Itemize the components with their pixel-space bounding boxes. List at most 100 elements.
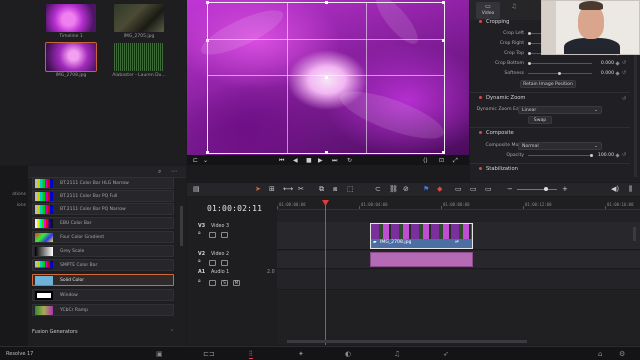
dynamic-trim-icon[interactable]: ⟷ (283, 185, 293, 194)
transform-handle[interactable] (206, 1, 209, 4)
track-name[interactable]: Audio 1 (211, 270, 229, 275)
loop-icon[interactable]: ↻ (347, 157, 352, 165)
trim-tool-icon[interactable]: ⊞ (269, 185, 275, 194)
retain-image-position-button[interactable]: Retain Image Position (520, 80, 576, 88)
stop-icon[interactable]: ■ (306, 157, 312, 165)
video-clip[interactable]: ▰ IMG_2708.jpg ⇌ (370, 223, 473, 249)
media-clip-alabaster[interactable]: Alabaster - Lauren Du... (111, 43, 167, 78)
zoom-detail-icon[interactable]: ▭ (470, 185, 477, 194)
param-crop-bottom[interactable]: Crop Bottom 0.000 ↺ (470, 60, 628, 68)
zoom-slider-knob[interactable] (544, 187, 548, 191)
generator-item[interactable]: BT.2111 Color Bar HLG Narrow (32, 177, 174, 189)
cut-icon[interactable]: ⊏⊐ (203, 350, 215, 358)
zoom-full-icon[interactable]: ▭ (455, 185, 462, 194)
play-reverse-icon[interactable]: ◀ (293, 157, 298, 165)
safe-area-icon[interactable]: ⊡ (439, 157, 444, 165)
transform-handle[interactable] (442, 151, 445, 154)
keyframe-icon[interactable] (615, 61, 620, 66)
generator-item[interactable]: Window (32, 289, 174, 301)
dynamic-zoom-ease-select[interactable]: Linear ⌄ (518, 106, 602, 114)
track-visibility-icon[interactable] (221, 260, 228, 266)
generator-item[interactable]: Four Color Gradient (32, 231, 174, 243)
timeline-view-icon[interactable]: ▤ (193, 185, 200, 194)
transform-handle[interactable] (325, 151, 328, 154)
swap-button[interactable]: Swap (528, 116, 552, 124)
transform-handle[interactable] (442, 39, 445, 42)
auto-select-icon[interactable] (209, 280, 216, 286)
slider-knob[interactable] (528, 62, 531, 65)
lock-icon[interactable]: 🔒︎ (198, 258, 205, 264)
param-opacity[interactable]: Opacity 100.00 ↺ (470, 152, 628, 160)
position-lock-icon[interactable]: ⊘ (403, 185, 409, 194)
zoom-out-icon[interactable]: − (507, 185, 513, 194)
param-value[interactable]: 0.000 (592, 61, 614, 66)
fusion-icon[interactable]: ✦ (298, 350, 304, 358)
skip-forward-icon[interactable]: ⏭ (332, 157, 337, 165)
generator-item-selected[interactable]: Solid Color (32, 274, 174, 286)
media-clip-img-2705[interactable]: IMG_2705.jpg (111, 4, 167, 39)
keyframe-icon[interactable] (615, 153, 620, 158)
reset-icon[interactable]: ↺ (622, 60, 626, 66)
fairlight-icon[interactable]: ♫ (394, 350, 400, 358)
track-name[interactable]: Video 2 (211, 252, 229, 257)
param-value[interactable]: 100.00 (592, 153, 614, 158)
param-slider[interactable] (528, 154, 593, 157)
generator-item[interactable]: YCbCr Ramp (32, 304, 174, 316)
deliver-icon[interactable]: ➶ (443, 350, 449, 358)
replace-clip-icon[interactable]: ⬚ (347, 185, 354, 194)
generator-item[interactable]: BT.2111 Color Bar PQ Full (32, 190, 174, 202)
transform-handle[interactable] (206, 39, 209, 42)
track-header-v2[interactable]: V2 Video 2 🔒︎ (193, 252, 275, 268)
tab-audio[interactable]: ♫ (502, 2, 526, 19)
generator-item[interactable]: BT.2111 Color Bar PQ Narrow (32, 203, 174, 215)
auto-select-icon[interactable] (209, 260, 216, 266)
tab-video[interactable]: ▭ Video (476, 2, 500, 19)
track-visibility-icon[interactable] (221, 232, 228, 238)
transform-center-handle[interactable] (325, 76, 328, 79)
transform-handle[interactable] (325, 1, 328, 4)
play-icon[interactable]: ▶ (318, 157, 323, 165)
param-value[interactable]: 0.000 (592, 71, 614, 76)
empty-timeline-area[interactable] (277, 291, 640, 345)
solo-icon[interactable]: S (221, 280, 228, 286)
insert-clip-icon[interactable]: ⧉ (319, 185, 324, 194)
generator-item[interactable]: SMPTE Color Bar (32, 259, 174, 271)
color-icon[interactable]: ◐ (345, 350, 351, 358)
search-icon[interactable]: ⌕ (158, 168, 161, 176)
viewer-overlay-icon[interactable]: ⊏ (193, 157, 198, 165)
zoom-custom-icon[interactable]: ▭ (485, 185, 492, 194)
section-dynamic-zoom[interactable]: Dynamic Zoom (470, 95, 618, 104)
blade-tool-icon[interactable]: ✂ (298, 185, 304, 194)
timeline-horizontal-scrollbar[interactable] (287, 340, 527, 343)
slider-knob[interactable] (528, 42, 531, 45)
sidebar-item-titles[interactable]: ions (0, 203, 28, 208)
timeline-ruler[interactable]: 01:00:00:00 01:00:04:00 01:00:08:00 01:0… (277, 197, 640, 210)
timeline-vertical-scrollbar[interactable] (633, 227, 636, 241)
media-clip-img-2708[interactable]: IMG_2708.jpg (43, 42, 99, 78)
composite-mode-select[interactable]: Normal ⌄ (518, 142, 602, 150)
effects-scrollbar[interactable] (180, 206, 183, 246)
param-slider[interactable] (528, 72, 592, 75)
lock-icon[interactable]: 🔒︎ (198, 278, 205, 284)
auto-select-icon[interactable] (209, 232, 216, 238)
clip-bottom-segment[interactable] (370, 252, 473, 267)
viewer-image[interactable] (187, 0, 469, 155)
section-enabled-dot[interactable] (479, 96, 482, 99)
track-header-v3[interactable]: V3 Video 3 🔒︎ (193, 224, 275, 242)
linked-selection-icon[interactable]: ⛓ (389, 185, 398, 194)
transform-handle[interactable] (442, 1, 445, 4)
section-stabilization[interactable]: Stabilization (470, 166, 618, 175)
settings-icon[interactable]: ⚙ (619, 350, 625, 358)
transform-handle[interactable] (206, 151, 209, 154)
section-enabled-dot[interactable] (479, 167, 482, 170)
collapse-icon[interactable]: ⌃ (170, 329, 174, 335)
edit-icon[interactable]: ⫶⫶ (249, 350, 253, 359)
home-icon[interactable]: ⌂ (598, 350, 602, 358)
fullscreen-icon[interactable]: ⤢ (453, 157, 458, 165)
more-options-icon[interactable]: ⋯ (171, 168, 177, 175)
transform-box[interactable] (206, 1, 445, 154)
param-slider[interactable] (528, 62, 592, 65)
generator-item[interactable]: Grey Scale (32, 245, 174, 257)
playhead[interactable] (325, 201, 326, 345)
zoom-in-icon[interactable]: + (562, 185, 568, 194)
